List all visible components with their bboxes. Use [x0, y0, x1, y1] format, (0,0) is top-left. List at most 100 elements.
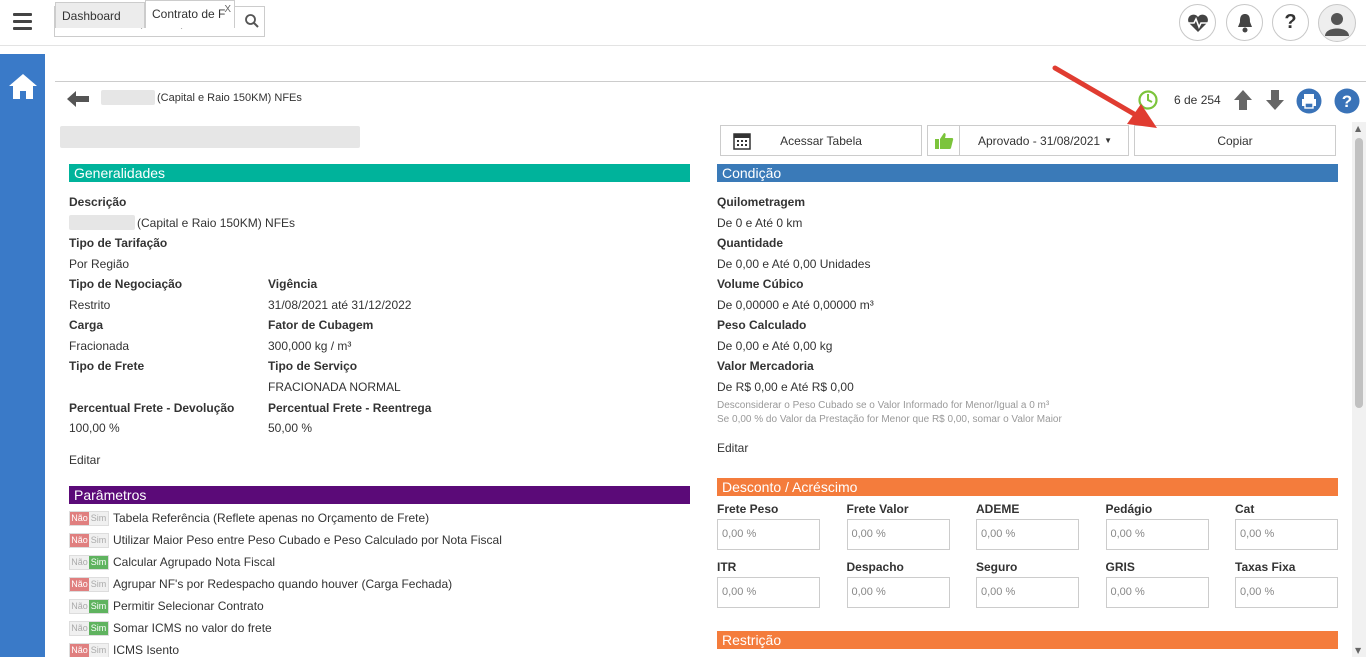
help-icon: ? [1284, 11, 1297, 33]
nao-sim-toggle[interactable]: Não Sim [69, 577, 109, 592]
generalidades-section: Generalidades Descrição (Capital e Raio … [69, 164, 690, 467]
quantidade-value: De 0,00 e Até 0,00 Unidades [717, 257, 871, 271]
toggle-sim[interactable]: Sim [89, 556, 108, 569]
toggle-nao[interactable]: Não [70, 644, 89, 657]
desconto-field-input[interactable]: 0,00 % [846, 519, 950, 550]
desconto-field-input[interactable]: 0,00 % [717, 519, 820, 550]
main-content: (Capital e Raio 150KM) NFEs 6 de 254 ? A… [55, 82, 1366, 657]
tab-label: Dashboard [62, 9, 121, 23]
editar-generalidades-link[interactable]: Editar [69, 453, 100, 467]
desconto-field-label: Pedágio [1105, 502, 1153, 516]
toggle-sim[interactable]: Sim [89, 578, 108, 591]
user-avatar[interactable] [1318, 4, 1356, 42]
redacted-text [69, 215, 135, 230]
desconto-field-input[interactable]: 0,00 % [1235, 519, 1338, 550]
generalidades-header: Generalidades [69, 164, 690, 182]
parametros-header: Parâmetros [69, 486, 690, 504]
caret-down-icon: ▼ [1104, 136, 1113, 145]
desconto-field-label: ADEME [976, 502, 1020, 516]
desconto-field-input[interactable]: 0,00 % [1235, 577, 1338, 608]
perc-reentrega-label: Percentual Frete - Reentrega [268, 401, 432, 415]
toggle-sim[interactable]: Sim [89, 512, 108, 525]
redacted-text [101, 90, 155, 105]
param-label: Somar ICMS no valor do frete [113, 621, 272, 635]
scroll-up-icon[interactable]: ▲ [1355, 124, 1361, 133]
valor-value: De R$ 0,00 e Até R$ 0,00 [717, 380, 854, 394]
fator-cubagem-label: Fator de Cubagem [268, 318, 374, 332]
perc-reentrega-value: 50,00 % [268, 421, 313, 435]
heartbeat-icon [1187, 14, 1208, 32]
notifications-button[interactable] [1226, 4, 1263, 41]
toggle-sim[interactable]: Sim [89, 622, 108, 635]
param-label: Tabela Referência (Reflete apenas no Orç… [113, 511, 430, 525]
carga-label: Carga [69, 318, 104, 332]
editar-condicao-link[interactable]: Editar [717, 441, 748, 455]
desconto-field-label: Despacho [846, 560, 904, 574]
tab-contrato[interactable]: Contrato de F X [145, 0, 235, 28]
vigencia-label: Vigência [268, 277, 318, 291]
heartbeat-button[interactable] [1179, 4, 1216, 41]
tipo-negociacao-label: Tipo de Negociação [69, 277, 183, 291]
toggle-sim[interactable]: Sim [89, 534, 108, 547]
scrollbar[interactable]: ▲ ▼ [1352, 122, 1366, 657]
toggle-nao[interactable]: Não [70, 622, 89, 635]
nao-sim-toggle[interactable]: Não Sim [69, 511, 109, 526]
desconto-field-input[interactable]: 0,00 % [976, 577, 1079, 608]
nao-sim-toggle[interactable]: Não Sim [69, 621, 109, 636]
peso-label: Peso Calculado [717, 318, 807, 332]
sidebar [0, 54, 45, 657]
toggle-sim[interactable]: Sim [89, 644, 108, 657]
tab-label: Contrato de F [152, 7, 226, 21]
desconto-field-input[interactable]: 0,00 % [976, 519, 1079, 550]
param-label: Agrupar NF's por Redespacho quando houve… [113, 577, 453, 591]
desconto-field-label: Cat [1235, 502, 1255, 516]
desconto-field-input[interactable]: 0,00 % [717, 577, 820, 608]
condicao-note-1: Desconsiderar o Peso Cubado se o Valor I… [717, 400, 1050, 411]
tipo-tarifacao-value: Por Região [69, 257, 130, 271]
desconto-field-input[interactable]: 0,00 % [846, 577, 950, 608]
param-row: Não Sim ICMS Isento [69, 643, 669, 657]
print-icon[interactable] [1296, 88, 1322, 114]
arrow-up-icon[interactable] [1233, 89, 1253, 111]
param-row: Não Sim Somar ICMS no valor do frete [69, 621, 669, 637]
nao-sim-toggle[interactable]: Não Sim [69, 555, 109, 570]
close-tab-icon[interactable]: X [224, 4, 231, 15]
toggle-nao[interactable]: Não [70, 512, 89, 525]
scroll-down-icon[interactable]: ▼ [1355, 646, 1361, 655]
search-icon[interactable] [244, 13, 260, 29]
param-label: ICMS Isento [113, 643, 180, 657]
quilometragem-value: De 0 e Até 0 km [717, 216, 803, 230]
carga-value: Fracionada [69, 339, 130, 353]
nao-sim-toggle[interactable]: Não Sim [69, 599, 109, 614]
user-avatar-icon [1325, 13, 1349, 36]
desconto-field-input[interactable]: 0,00 % [1105, 519, 1209, 550]
toggle-nao[interactable]: Não [70, 534, 89, 547]
home-icon[interactable] [8, 72, 38, 100]
back-arrow-icon[interactable] [67, 91, 89, 107]
tab-dashboard[interactable]: Dashboard [55, 2, 145, 28]
condicao-note-2: Se 0,00 % do Valor da Prestação for Meno… [717, 414, 1062, 425]
help-button[interactable]: ? [1272, 4, 1309, 41]
desconto-field-input[interactable]: 0,00 % [1105, 577, 1209, 608]
scrollbar-thumb[interactable] [1355, 138, 1363, 408]
desconto-header: Desconto / Acréscimo [717, 478, 1338, 496]
help-circle-icon[interactable]: ? [1334, 88, 1360, 114]
toggle-nao[interactable]: Não [70, 578, 89, 591]
tipo-servico-value: FRACIONADA NORMAL [268, 380, 401, 394]
volume-value: De 0,00000 e Até 0,00000 m³ [717, 298, 874, 312]
arrow-down-icon[interactable] [1265, 89, 1285, 111]
quilometragem-label: Quilometragem [717, 195, 806, 209]
desconto-field-label: Frete Valor [846, 502, 909, 516]
copiar-label: Copiar [1217, 133, 1253, 148]
toggle-nao[interactable]: Não [70, 556, 89, 569]
nao-sim-toggle[interactable]: Não Sim [69, 533, 109, 548]
acessar-tabela-button[interactable]: Acessar Tabela [720, 125, 922, 156]
param-label: Permitir Selecionar Contrato [113, 599, 264, 613]
perc-devolucao-value: 100,00 % [69, 421, 120, 435]
thumbs-up-icon [928, 126, 960, 155]
restricao-header: Restrição [717, 631, 1338, 649]
menu-icon[interactable] [13, 13, 32, 31]
nao-sim-toggle[interactable]: Não Sim [69, 643, 109, 657]
toggle-nao[interactable]: Não [70, 600, 89, 613]
toggle-sim[interactable]: Sim [89, 600, 108, 613]
